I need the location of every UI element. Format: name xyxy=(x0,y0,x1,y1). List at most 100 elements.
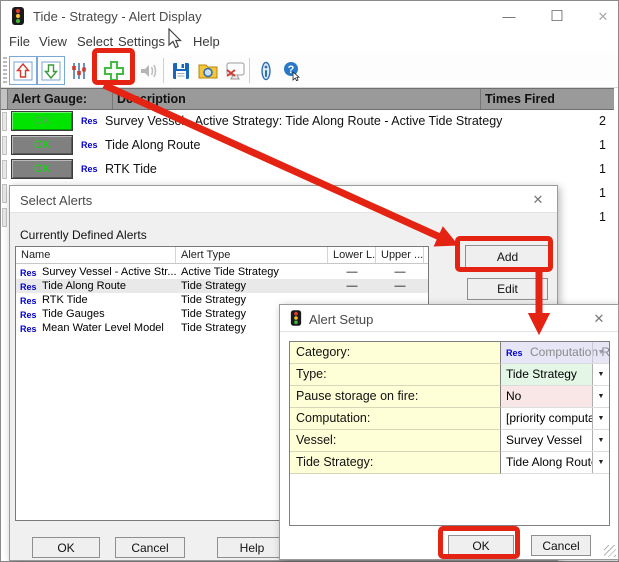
alert-type: Tide Strategy xyxy=(181,307,246,321)
traffic-light-icon xyxy=(290,310,302,331)
menu-settings[interactable]: Settings xyxy=(118,34,165,49)
sliders-icon xyxy=(69,61,89,81)
sound-button[interactable] xyxy=(135,56,163,85)
select-alerts-cancel-button[interactable]: Cancel xyxy=(115,537,185,558)
field-value-dropdown[interactable]: No ▼ xyxy=(501,386,609,408)
alert-row[interactable]: OKResSurvey Vessel - Active Strategy: Ti… xyxy=(1,110,614,134)
plus-icon xyxy=(102,59,126,83)
close-icon[interactable]: ✕ xyxy=(586,309,612,329)
toolbar-separator xyxy=(163,58,164,83)
alert-setup-title-bar: Alert Setup ✕ xyxy=(280,305,618,332)
res-prefix: Res xyxy=(20,322,37,336)
field-label: Vessel: xyxy=(290,430,501,452)
dismiss-display-button[interactable] xyxy=(221,56,249,85)
resize-grip[interactable] xyxy=(604,545,616,557)
alert-description: Survey Vessel - Active Strategy: Tide Al… xyxy=(105,114,502,128)
menu-file[interactable]: File xyxy=(9,34,30,49)
res-prefix: Res xyxy=(20,280,37,294)
question-mark-icon: ? xyxy=(281,61,303,81)
alert-setup-cancel-button[interactable]: Cancel xyxy=(531,535,591,556)
chevron-down-icon[interactable]: ▼ xyxy=(592,430,609,451)
times-fired-value: 1 xyxy=(599,210,606,224)
select-alerts-ok-button[interactable]: OK xyxy=(32,537,100,558)
alert-setup-dialog: Alert Setup ✕ Category:Res Computation R… xyxy=(279,304,619,560)
alert-table-header: Alert Gauge: Description Times Fired xyxy=(1,88,614,110)
field-label: Pause storage on fire: xyxy=(290,386,501,408)
upper-limit: — xyxy=(376,279,424,293)
res-prefix: Res xyxy=(506,348,525,358)
field-value-dropdown[interactable]: Survey Vessel▼ xyxy=(501,430,609,452)
close-button[interactable]: ✕ xyxy=(587,5,619,29)
form-row: Category:Res Computation Result▼ xyxy=(290,342,609,364)
add-alert-button[interactable] xyxy=(100,56,128,85)
lower-alert-button[interactable] xyxy=(37,56,65,85)
open-folder-button[interactable] xyxy=(194,56,222,85)
alert-gauge-badge: OK xyxy=(11,135,73,155)
row-header-column xyxy=(1,89,8,109)
alert-description: RTK Tide xyxy=(105,162,157,176)
alert-setup-ok-button[interactable]: OK xyxy=(448,535,514,556)
res-prefix: Res xyxy=(20,266,37,280)
field-value-dropdown[interactable]: Tide Strategy▼ xyxy=(501,364,609,386)
res-prefix: Res xyxy=(20,294,37,308)
chevron-down-icon[interactable]: ▼ xyxy=(592,364,609,385)
form-row: Computation:[priority computation]▼ xyxy=(290,408,609,430)
alert-row[interactable]: OKResRTK Tide1 xyxy=(1,158,614,182)
column-alert-gauge[interactable]: Alert Gauge: xyxy=(8,89,113,109)
chevron-down-icon: ▼ xyxy=(592,342,609,363)
upper-limit: — xyxy=(376,265,424,279)
save-button[interactable] xyxy=(167,56,195,85)
folder-search-icon xyxy=(197,61,219,81)
field-value-dropdown[interactable]: Res Computation Result▼ xyxy=(501,342,609,364)
alert-settings-button[interactable] xyxy=(65,56,93,85)
alert-type: Tide Strategy xyxy=(181,321,246,335)
window-title: Tide - Strategy - Alert Display xyxy=(33,9,202,24)
field-value-dropdown[interactable]: [priority computation]▼ xyxy=(501,408,609,430)
lower-limit: — xyxy=(328,265,376,279)
context-help-button[interactable]: ? xyxy=(278,56,306,85)
floppy-disk-icon xyxy=(171,61,191,81)
form-row: Pause storage on fire: No ▼ xyxy=(290,386,609,408)
raise-alert-button[interactable] xyxy=(9,56,37,85)
times-fired-value: 2 xyxy=(599,114,606,128)
traffic-light-icon xyxy=(11,7,25,30)
column-alert-type[interactable]: Alert Type xyxy=(176,247,328,263)
chevron-down-icon[interactable]: ▼ xyxy=(592,386,609,407)
column-lower-limit[interactable]: Lower L... xyxy=(328,247,376,263)
defined-alert-row[interactable]: ResSurvey Vessel - Active Str...Active T… xyxy=(16,265,428,279)
times-fired-value: 1 xyxy=(599,162,606,176)
alert-name: Tide Along Route xyxy=(42,279,176,293)
arrow-down-icon xyxy=(41,61,61,81)
res-prefix: Res xyxy=(20,308,37,322)
alert-setup-form: Category:Res Computation Result▼Type:Tid… xyxy=(289,341,610,526)
defined-alert-row[interactable]: ResTide Along RouteTide Strategy—— xyxy=(16,279,428,293)
alert-type: Tide Strategy xyxy=(181,279,246,293)
minimize-button[interactable]: — xyxy=(493,5,525,29)
alert-row[interactable]: OKResTide Along Route1 xyxy=(1,134,614,158)
select-alerts-help-button[interactable]: Help xyxy=(217,537,287,558)
edit-button[interactable]: Edit xyxy=(467,278,548,300)
menu-view[interactable]: View xyxy=(39,34,67,49)
menu-select[interactable]: Select xyxy=(77,34,113,49)
alert-name: Mean Water Level Model xyxy=(42,321,176,335)
arrow-up-icon xyxy=(13,61,33,81)
column-times-fired[interactable]: Times Fired xyxy=(481,89,614,109)
chevron-down-icon[interactable]: ▼ xyxy=(592,452,609,473)
currently-defined-alerts-label: Currently Defined Alerts xyxy=(20,228,147,242)
column-description[interactable]: Description xyxy=(113,89,481,109)
menu-bar: File View Select Settings Help xyxy=(1,31,618,53)
column-name[interactable]: Name xyxy=(16,247,176,263)
row-header-cell xyxy=(2,160,7,179)
add-button[interactable]: Add xyxy=(465,245,550,268)
title-bar: Tide - Strategy - Alert Display — ☐ ✕ xyxy=(1,1,618,31)
chevron-down-icon[interactable]: ▼ xyxy=(592,408,609,429)
field-value-text: No xyxy=(506,389,521,403)
menu-help[interactable]: Help xyxy=(193,34,220,49)
close-icon[interactable]: ✕ xyxy=(525,190,551,210)
maximize-button[interactable]: ☐ xyxy=(541,5,573,29)
field-value-dropdown[interactable]: Tide Along Route▼ xyxy=(501,452,609,474)
alert-name: RTK Tide xyxy=(42,293,176,307)
res-prefix: Res xyxy=(81,116,98,126)
column-upper-limit[interactable]: Upper ... xyxy=(376,247,424,263)
info-button[interactable] xyxy=(252,56,280,85)
